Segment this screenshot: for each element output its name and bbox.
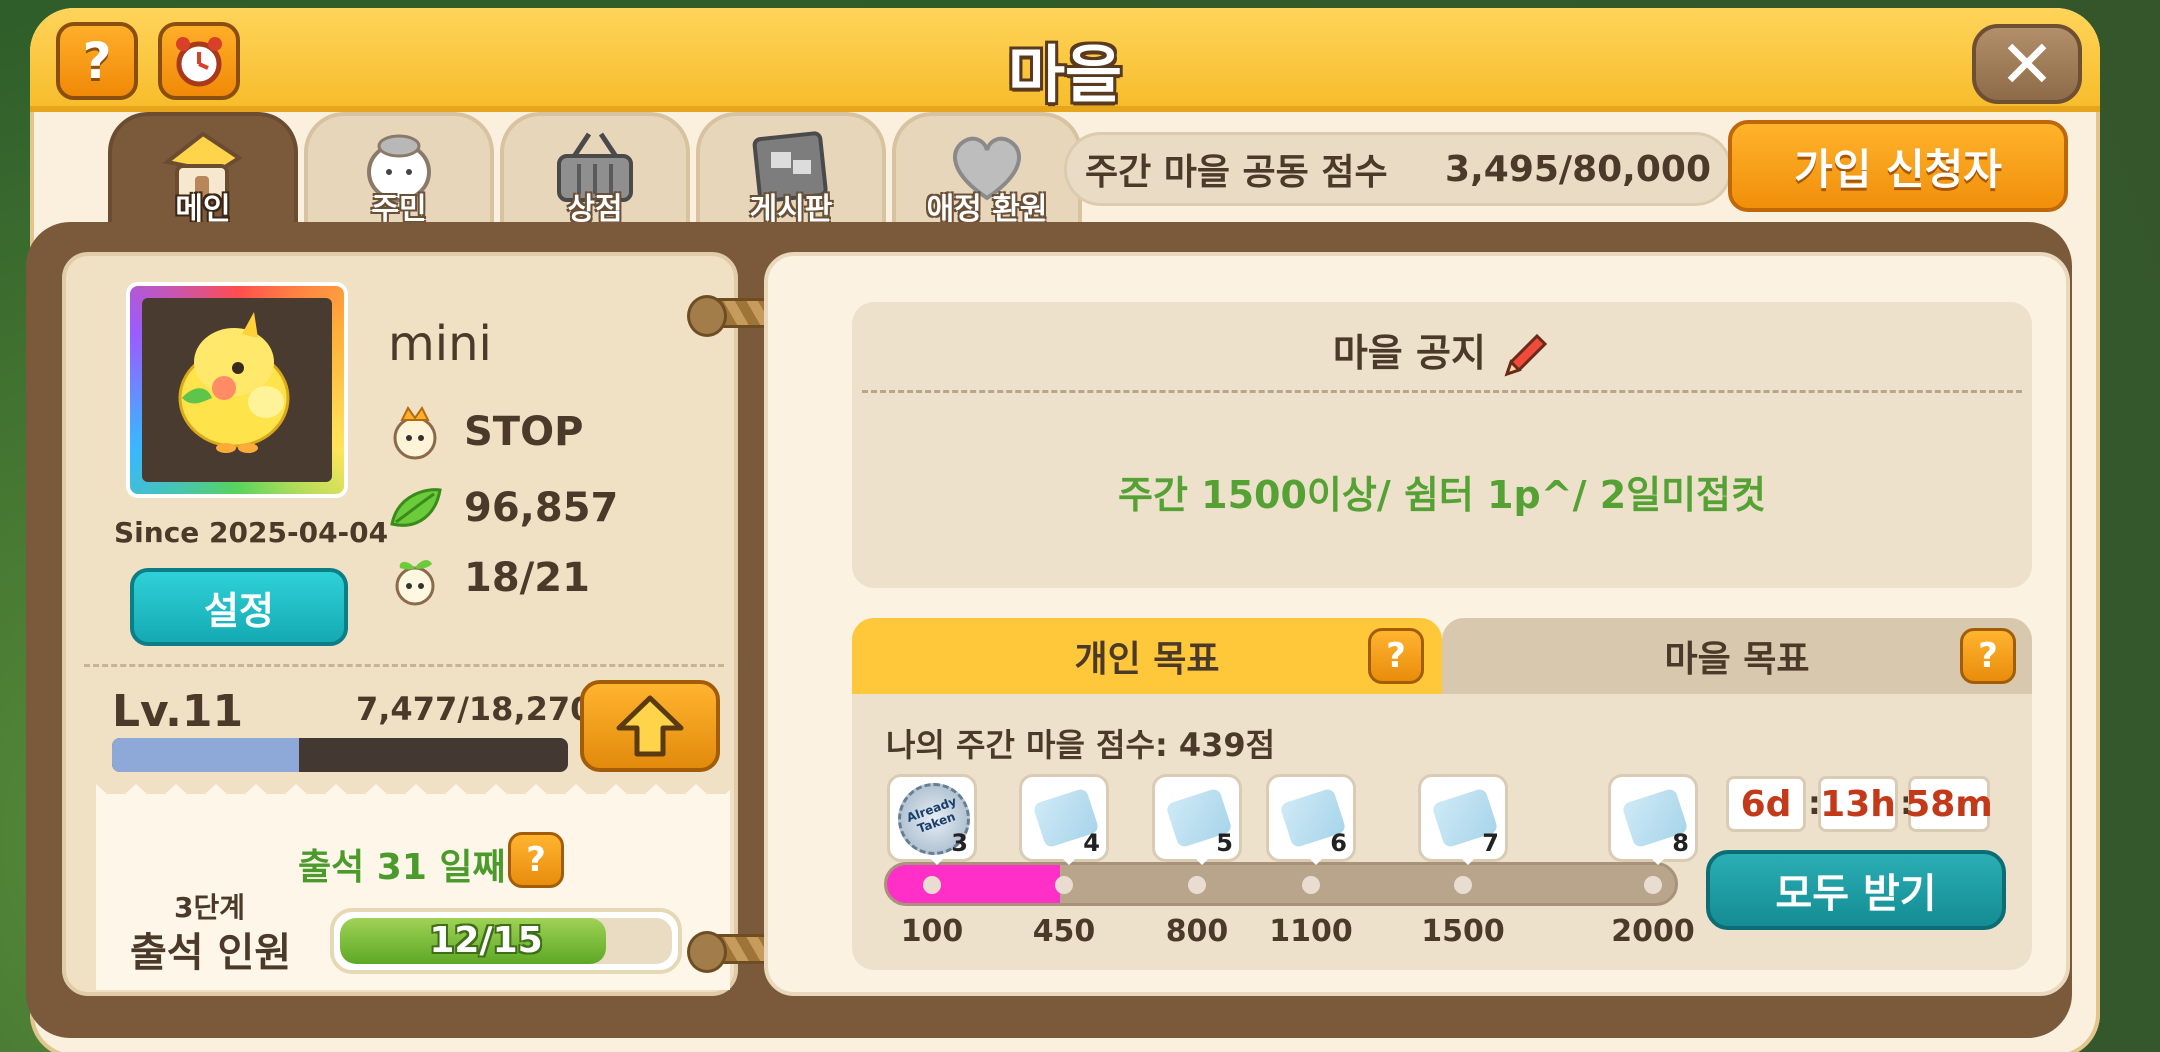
milestone-threshold: 1500 [1421,914,1505,949]
milestone-threshold: 800 [1165,914,1229,949]
tab-shop[interactable]: 상점 [500,112,690,232]
claim-all-button[interactable]: 모두 받기 [1706,850,2006,930]
since-date: Since 2025-04-04 [114,516,389,549]
alarm-clock-icon [176,37,222,87]
milestone-threshold: 2000 [1611,914,1695,949]
milestone-number: 4 [1083,829,1100,857]
notice-text: 주간 1500이상/ 쉼터 1p^/ 2일미접컷 [1118,473,1766,517]
attendance-value: 12/15 [429,920,543,961]
village-goal-label: 마을 목표 [1664,639,1810,680]
attendance-title: 출석 31 일째 [298,847,506,888]
exp-bar-fill [112,738,299,772]
level-label: Lv.11 [112,686,244,737]
tab-residents[interactable]: 주민 [304,112,494,232]
milestone-dot [1188,876,1206,894]
milestone-dot [1055,876,1073,894]
tab-main[interactable]: 메인 [108,112,298,232]
help-button[interactable]: ? [56,22,138,100]
milestone-reward-8[interactable]: 8 [1608,774,1698,865]
tab-village-goal[interactable]: 마을 목표 [1442,618,2032,694]
sprout-character-icon [395,560,435,606]
milestone-dot [1644,876,1662,894]
milestone-number: 3 [951,829,968,857]
stat-leaves: 96,857 [388,480,618,536]
exp-text: 7,477/18,270 [356,690,593,728]
milestone-threshold: 1100 [1269,914,1353,949]
village-notice: 마을 공지 주간 1500이상/ 쉼터 1p^/ 2일미접컷 [852,302,2032,588]
exp-bar [112,738,568,772]
close-button[interactable]: ✕ [1972,24,2082,104]
help-icon: ? [526,840,546,880]
help-icon: ? [1978,636,1998,676]
milestone-dot [923,876,941,894]
help-icon: ? [1386,636,1406,676]
milestone-reward-4[interactable]: 4 [1019,774,1109,865]
settings-button[interactable]: 설정 [130,568,348,646]
milestone-reward-6[interactable]: 6 [1266,774,1356,865]
goal-progress-track [884,862,1678,906]
stat-leaves-value: 96,857 [464,485,619,531]
tab-affection-return[interactable]: 애정 환원 [892,112,1082,232]
attendance-bar: 12/15 [330,908,682,974]
pencil-icon[interactable] [1499,330,1551,382]
stat-status-value: STOP [464,409,584,455]
timer-days: 6d [1726,776,1806,832]
stat-residents-value: 18/21 [464,555,590,601]
crown-character-icon [393,406,437,460]
weekly-score-label: 주간 마을 공동 점수 [1085,152,1388,193]
alarm-button[interactable] [158,22,240,100]
username: mini [388,316,492,372]
stat-status: STOP [388,404,583,460]
milestone-number: 8 [1672,829,1689,857]
timer-hours: 13h [1818,776,1898,832]
join-requests-button[interactable]: 가입 신청자 [1728,120,2068,212]
arrow-up-icon [616,695,684,757]
milestone-number: 7 [1482,829,1499,857]
personal-goal-help-button[interactable]: ? [1368,628,1424,684]
milestone-number: 5 [1216,829,1233,857]
avatar[interactable] [126,282,348,498]
yellow-bird-avatar-icon [178,312,290,453]
milestone-threshold: 100 [900,914,964,949]
help-icon: ? [82,32,112,90]
milestone-reward-7[interactable]: 7 [1418,774,1508,865]
weekly-village-score: 주간 마을 공동 점수 3,495/80,000 [1064,132,1732,206]
stat-residents: 18/21 [388,550,590,606]
notice-title: 마을 공지 [852,322,2032,382]
milestone-reward-3[interactable]: Already Taken 3 [887,774,977,865]
attendance-label: 출석 인원 [130,930,292,976]
divider [84,664,724,667]
milestone-dot [1454,876,1472,894]
level-up-button[interactable] [580,680,720,772]
personal-goal-label: 개인 목표 [1074,639,1220,680]
my-weekly-score: 나의 주간 마을 점수: 439점 [886,726,1276,764]
notice-divider [862,390,2022,393]
village-goal-help-button[interactable]: ? [1960,628,2016,684]
timer-minutes: 58m [1905,776,1993,832]
tab-personal-goal[interactable]: 개인 목표 [852,618,1442,694]
notice-title-text: 마을 공지 [1332,331,1486,375]
milestone-threshold: 450 [1032,914,1096,949]
tab-board[interactable]: 게시판 [696,112,886,232]
leaf-icon [390,488,442,527]
close-icon: ✕ [1999,25,2055,103]
milestone-dot [1302,876,1320,894]
milestone-reward-5[interactable]: 5 [1152,774,1242,865]
goal-progress-fill [887,865,1061,903]
attendance-help-button[interactable]: ? [508,832,564,888]
weekly-score-value: 3,495/80,000 [1445,148,1711,190]
milestone-number: 6 [1330,829,1347,857]
window-title: 마을 [1007,38,1123,111]
